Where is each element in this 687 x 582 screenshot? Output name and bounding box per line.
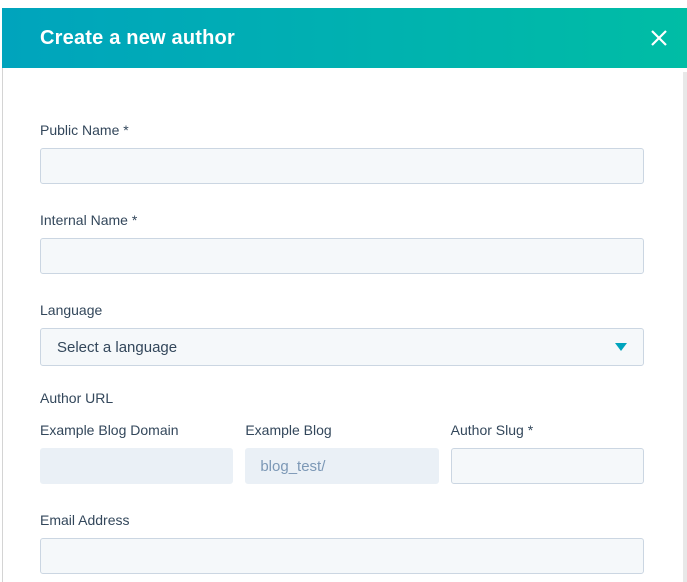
chevron-down-icon [615, 343, 627, 351]
author-slug-input[interactable] [451, 448, 644, 484]
field-author-url: Author URL Example Blog Domain Example B… [40, 388, 644, 484]
modal-title: Create a new author [40, 27, 235, 50]
example-blog-domain-label: Example Blog Domain [40, 420, 233, 440]
public-name-label: Public Name * [40, 120, 644, 140]
field-email-address: Email Address [40, 510, 644, 574]
close-icon [649, 28, 669, 48]
language-label: Language [40, 300, 644, 320]
column-example-blog: Example Blog [245, 420, 438, 484]
field-language: Language Select a language [40, 300, 644, 366]
field-public-name: Public Name * [40, 120, 644, 184]
internal-name-input[interactable] [40, 238, 644, 274]
field-internal-name: Internal Name * [40, 210, 644, 274]
modal-body: Public Name * Internal Name * Language S… [40, 68, 644, 574]
language-select[interactable]: Select a language [40, 328, 644, 366]
close-button[interactable] [645, 24, 673, 52]
email-address-label: Email Address [40, 510, 644, 530]
author-url-label: Author URL [40, 388, 644, 408]
email-address-input[interactable] [40, 538, 644, 574]
column-example-blog-domain: Example Blog Domain [40, 420, 233, 484]
public-name-input[interactable] [40, 148, 644, 184]
internal-name-label: Internal Name * [40, 210, 644, 230]
language-select-value: Select a language [57, 339, 177, 356]
example-blog-input [245, 448, 438, 484]
modal-header: Create a new author [2, 8, 687, 68]
author-slug-label: Author Slug * [451, 420, 644, 440]
author-url-row: Example Blog Domain Example Blog Author … [40, 420, 644, 484]
example-blog-label: Example Blog [245, 420, 438, 440]
column-author-slug: Author Slug * [451, 420, 644, 484]
scrollbar-track[interactable] [683, 72, 687, 582]
modal-left-edge [2, 68, 3, 582]
example-blog-domain-input [40, 448, 233, 484]
